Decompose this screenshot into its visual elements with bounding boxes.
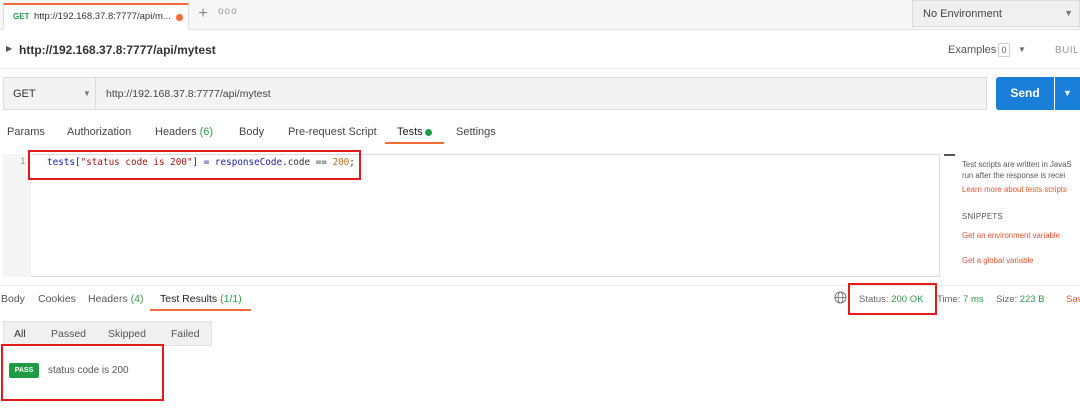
filter-skipped[interactable]: Skipped bbox=[108, 328, 146, 340]
filter-passed[interactable]: Passed bbox=[51, 328, 86, 340]
tab-headers-count: (6) bbox=[199, 126, 214, 138]
filter-all[interactable]: All bbox=[14, 328, 26, 340]
response-tab-headers-count: (4) bbox=[130, 293, 144, 305]
line-number: 1 bbox=[20, 157, 26, 167]
test-result-name: status code is 200 bbox=[48, 365, 129, 376]
new-tab-icon[interactable]: + bbox=[193, 6, 213, 24]
globe-icon[interactable] bbox=[834, 291, 847, 304]
response-tab-headers-label: Headers bbox=[88, 293, 128, 305]
expand-arrow-icon[interactable]: ▶ bbox=[6, 44, 12, 53]
response-tab-cookies[interactable]: Cookies bbox=[38, 293, 76, 305]
snippet-get-global-variable[interactable]: Get a global variable bbox=[962, 256, 1034, 265]
method-value: GET bbox=[13, 88, 36, 100]
chevron-down-icon: ▼ bbox=[83, 89, 91, 98]
time-label: Time: bbox=[937, 294, 961, 305]
url-input[interactable]: http://192.168.37.8:7777/api/mytest bbox=[96, 77, 987, 110]
snippet-get-environment-variable[interactable]: Get an environment variable bbox=[962, 231, 1060, 240]
tab-body[interactable]: Body bbox=[239, 126, 264, 138]
send-dropdown-icon[interactable]: ▼ bbox=[1055, 77, 1080, 110]
tab-authorization[interactable]: Authorization bbox=[67, 126, 131, 138]
divider bbox=[0, 68, 1080, 69]
size-label: Size: bbox=[996, 294, 1018, 305]
filter-failed[interactable]: Failed bbox=[171, 328, 200, 340]
examples-button[interactable]: Examples bbox=[948, 44, 996, 56]
help-line: run after the response is recei bbox=[962, 171, 1066, 180]
time-readout: Time: 7 ms bbox=[937, 294, 984, 305]
tab-settings[interactable]: Settings bbox=[456, 126, 496, 138]
pass-badge: PASS bbox=[9, 363, 39, 378]
chevron-down-icon: ▼ bbox=[1064, 8, 1073, 18]
save-response-button[interactable]: Sav bbox=[1066, 294, 1080, 305]
build-button[interactable]: BUILD bbox=[1055, 45, 1080, 56]
request-tab-title: http://192.168.37.8:7777/api/m... bbox=[34, 11, 171, 22]
send-button[interactable]: Send bbox=[996, 77, 1054, 110]
tab-params[interactable]: Params bbox=[7, 126, 45, 138]
request-tab-method: GET bbox=[13, 12, 30, 21]
editor-scrollbar[interactable] bbox=[944, 154, 955, 156]
request-tab[interactable]: GET http://192.168.37.8:7777/api/m... bbox=[3, 3, 189, 30]
response-tab-body[interactable]: Body bbox=[1, 293, 25, 305]
status-highlight-box bbox=[848, 283, 937, 315]
response-tab-headers[interactable]: Headers (4) bbox=[88, 293, 143, 305]
method-select[interactable]: GET ▼ bbox=[3, 77, 96, 110]
active-tab-underline bbox=[385, 142, 444, 144]
size-value: 223 B bbox=[1019, 294, 1045, 305]
response-tab-test-results[interactable]: Test Results (1/1) bbox=[160, 293, 242, 305]
help-text: Test scripts are written in JavaS run af… bbox=[962, 159, 1080, 181]
snippets-heading: SNIPPETS bbox=[962, 212, 1003, 221]
environment-label: No Environment bbox=[923, 8, 1002, 20]
active-tab-underline bbox=[150, 309, 251, 311]
tab-headers-label: Headers bbox=[155, 126, 197, 138]
code-highlight-box bbox=[28, 150, 361, 180]
chevron-down-icon[interactable]: ▼ bbox=[1018, 45, 1026, 54]
environment-select[interactable]: No Environment ▼ bbox=[912, 0, 1080, 27]
more-tabs-icon[interactable]: ooo bbox=[218, 6, 238, 24]
tab-prerequest-script[interactable]: Pre-request Script bbox=[288, 126, 377, 138]
time-value: 7 ms bbox=[963, 294, 984, 305]
tab-tests[interactable]: Tests bbox=[397, 126, 423, 138]
examples-count-badge: 0 bbox=[998, 43, 1010, 57]
size-readout: Size: 223 B bbox=[996, 294, 1045, 305]
request-title: http://192.168.37.8:7777/api/mytest bbox=[19, 43, 216, 57]
response-tab-test-results-label: Test Results bbox=[160, 293, 218, 305]
url-value: http://192.168.37.8:7777/api/mytest bbox=[106, 88, 271, 100]
editor-gutter bbox=[3, 154, 31, 277]
learn-more-link[interactable]: Learn more about tests scripts bbox=[962, 185, 1067, 194]
tests-active-dot-icon bbox=[425, 129, 432, 136]
help-line: Test scripts are written in JavaS bbox=[962, 160, 1072, 169]
tab-headers[interactable]: Headers (6) bbox=[155, 126, 213, 138]
unsaved-dot-icon bbox=[176, 14, 183, 21]
response-tab-test-results-count: (1/1) bbox=[220, 293, 242, 305]
